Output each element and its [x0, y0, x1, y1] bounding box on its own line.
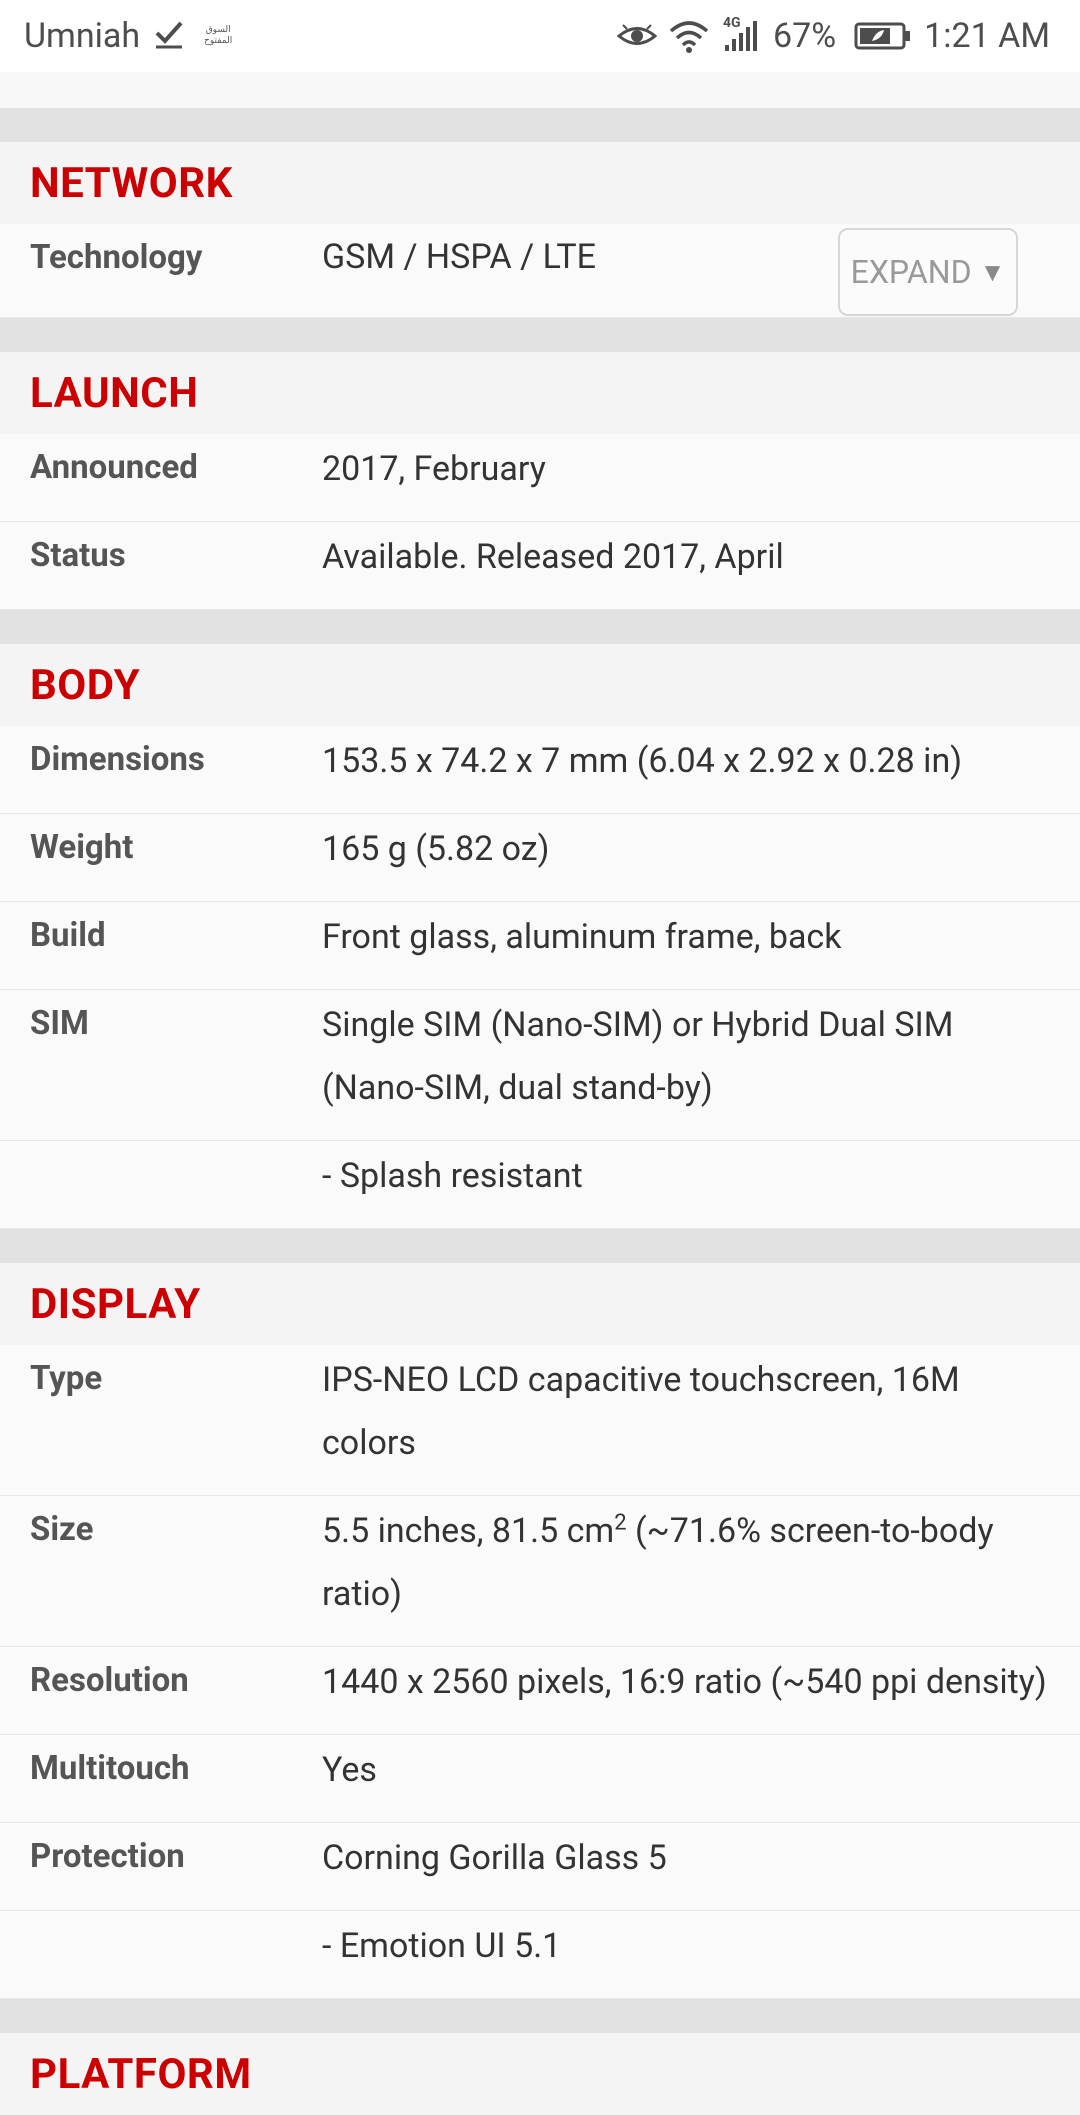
spec-row-announced: Announced 2017, February: [0, 434, 1080, 522]
battery-icon: [854, 21, 912, 51]
section-gap: [0, 610, 1080, 644]
battery-percent: 67%: [773, 16, 837, 56]
spec-label: Weight: [30, 828, 134, 867]
section-title-network: NETWORK: [30, 159, 233, 208]
spec-value: Front glass, aluminum frame, back: [322, 917, 842, 957]
spec-row-protection: Protection Corning Gorilla Glass 5: [0, 1823, 1080, 1911]
spec-label: Technology: [30, 238, 203, 277]
spec-row-resolution: Resolution 1440 x 2560 pixels, 16:9 rati…: [0, 1647, 1080, 1735]
spec-row-type: Type IPS-NEO LCD capacitive touchscreen,…: [0, 1345, 1080, 1496]
section-title-launch: LAUNCH: [30, 369, 199, 418]
spec-value: 165 g (5.82 oz): [322, 829, 550, 869]
spec-row-technology: Technology GSM / HSPA / LTE EXPAND ▼: [0, 224, 1080, 318]
spec-value: Yes: [322, 1750, 377, 1790]
spec-value: 1440 x 2560 pixels, 16:9 ratio (~540 ppi…: [322, 1662, 1047, 1702]
spec-label: Build: [30, 916, 106, 955]
spec-label: Type: [30, 1359, 103, 1398]
spec-row-build: Build Front glass, aluminum frame, back: [0, 902, 1080, 990]
section-display: DISPLAY: [0, 1263, 1080, 1345]
size-value-pre: 5.5 inches, 81.5 cm: [322, 1511, 615, 1551]
spec-value: Available. Released 2017, April: [322, 537, 784, 577]
spec-value: - Splash resistant: [322, 1156, 583, 1196]
status-bar-right: 4G 67% 1:21 AM: [617, 15, 1050, 56]
expand-button[interactable]: EXPAND ▼: [838, 228, 1018, 316]
eye-icon: [617, 21, 658, 51]
badge-line-2: المفتوح: [204, 36, 233, 46]
signal-icon: 4G: [721, 15, 761, 53]
spec-label: Resolution: [30, 1661, 189, 1700]
triangle-down-icon: ▼: [979, 257, 1006, 288]
spec-label: Status: [30, 536, 126, 575]
spec-value: Single SIM (Nano-SIM) or Hybrid Dual SIM…: [322, 1005, 954, 1108]
section-body: BODY: [0, 644, 1080, 726]
clock: 1:21 AM: [924, 16, 1050, 56]
carrier-name: Umniah: [24, 16, 141, 56]
spec-label: Dimensions: [30, 740, 205, 779]
specs-content: NETWORK Technology GSM / HSPA / LTE EXPA…: [0, 108, 1080, 2115]
section-title-display: DISPLAY: [30, 1280, 201, 1329]
spec-row-size: Size 5.5 inches, 81.5 cm2 (~71.6% screen…: [0, 1496, 1080, 1647]
section-network: NETWORK: [0, 142, 1080, 224]
spec-value: - Emotion UI 5.1: [322, 1926, 562, 1966]
spec-label: Multitouch: [30, 1749, 190, 1788]
spec-value: 2017, February: [322, 449, 546, 489]
status-bar-left: Umniah السوق المفتوح: [24, 16, 238, 56]
section-title-platform: PLATFORM: [30, 2050, 252, 2099]
spec-value: 5.5 inches, 81.5 cm2 (~71.6% screen-to-b…: [322, 1486, 1050, 1636]
spec-value: IPS-NEO LCD capacitive touchscreen, 16M …: [322, 1360, 960, 1463]
spec-label: SIM: [30, 1004, 89, 1043]
section-title-body: BODY: [30, 661, 141, 710]
size-superscript: 2: [614, 1510, 627, 1536]
section-launch: LAUNCH: [0, 352, 1080, 434]
checkmark-icon: [154, 19, 184, 49]
spec-value: 153.5 x 74.2 x 7 mm (6.04 x 2.92 x 0.28 …: [322, 741, 963, 781]
spec-row-status: Status Available. Released 2017, April: [0, 522, 1080, 610]
spec-row-weight: Weight 165 g (5.82 oz): [0, 814, 1080, 902]
section-platform: PLATFORM: [0, 2033, 1080, 2115]
section-gap: [0, 1999, 1080, 2033]
section-gap: [0, 318, 1080, 352]
section-gap: [0, 108, 1080, 142]
spec-row-extra: - Emotion UI 5.1: [0, 1911, 1080, 1999]
spec-label: Announced: [30, 448, 198, 487]
spec-value: Corning Gorilla Glass 5: [322, 1838, 667, 1878]
expand-label: EXPAND: [850, 253, 972, 291]
section-gap: [0, 1229, 1080, 1263]
spec-row-multitouch: Multitouch Yes: [0, 1735, 1080, 1823]
carrier-badge-icon: السوق المفتوح: [198, 18, 238, 54]
status-bar: Umniah السوق المفتوح 4G 67% 1:21 AM: [0, 0, 1080, 72]
spec-row-sim: SIM Single SIM (Nano-SIM) or Hybrid Dual…: [0, 990, 1080, 1141]
spec-row-extra: - Splash resistant: [0, 1141, 1080, 1229]
spec-row-dimensions: Dimensions 153.5 x 74.2 x 7 mm (6.04 x 2…: [0, 726, 1080, 814]
network-type: 4G: [723, 15, 741, 31]
top-spacer: [0, 72, 1080, 108]
badge-line-1: السوق: [205, 25, 231, 35]
wifi-icon: [669, 19, 709, 53]
spec-label: Size: [30, 1510, 94, 1549]
spec-label: Protection: [30, 1837, 185, 1876]
